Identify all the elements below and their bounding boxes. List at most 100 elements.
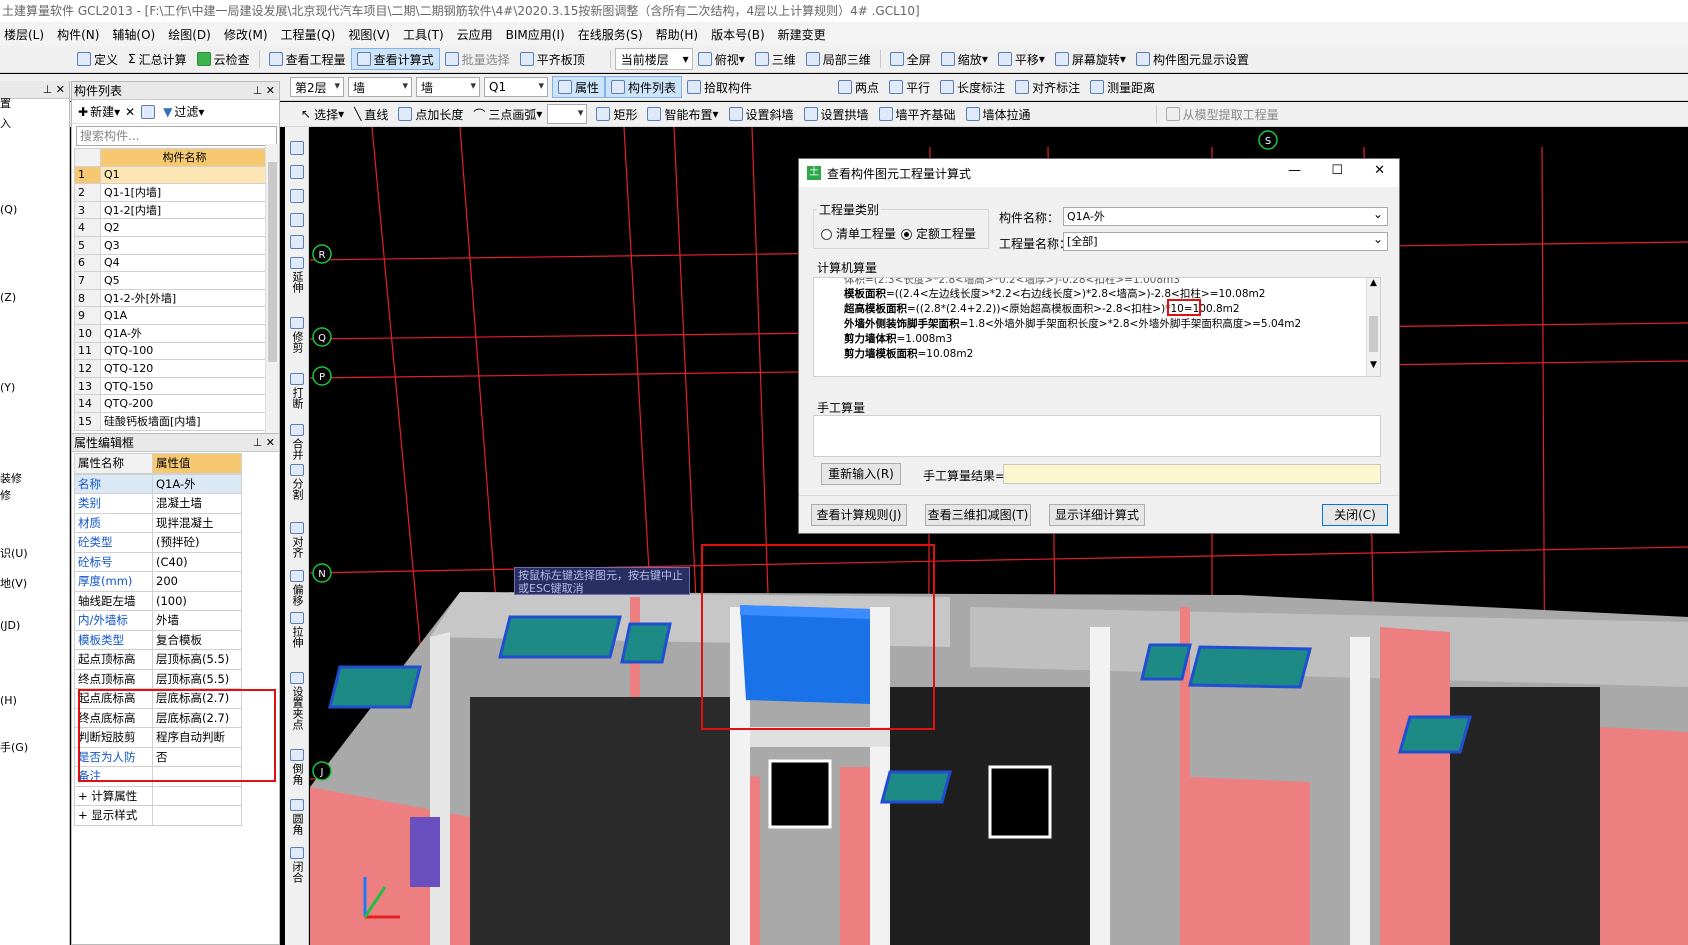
arc-option-select[interactable] bbox=[547, 104, 588, 124]
top-view-button[interactable]: 俯视 ▾ bbox=[693, 48, 750, 70]
nav-item[interactable]: (JD) bbox=[0, 619, 20, 632]
close-icon[interactable]: ✕ bbox=[1374, 163, 1385, 178]
property-value[interactable]: (预拌砼) bbox=[152, 532, 242, 553]
menu-online[interactable]: 在线服务(S) bbox=[578, 26, 643, 43]
length-dimension-button[interactable]: 长度标注 bbox=[935, 76, 1010, 98]
manual-result-field[interactable] bbox=[1003, 464, 1381, 484]
point-length-button[interactable]: 点加长度 bbox=[393, 103, 468, 125]
table-row[interactable]: 2 Q1-1[内墙] bbox=[74, 183, 266, 202]
close-button[interactable]: 关闭(C) bbox=[1322, 504, 1388, 526]
new-component-button[interactable]: ✚ 新建 ▾ bbox=[76, 101, 122, 123]
table-row[interactable]: 4 Q2 bbox=[74, 218, 266, 237]
nav-item[interactable]: 修 bbox=[0, 487, 11, 503]
property-value[interactable]: (100) bbox=[152, 590, 242, 611]
fullscreen-button[interactable]: 全屏 bbox=[885, 48, 936, 70]
local-3d-button[interactable]: 局部三维 bbox=[801, 48, 876, 70]
pin-icon[interactable]: ⊥ ✕ bbox=[43, 81, 65, 99]
property-value[interactable]: 复合模板 bbox=[152, 629, 242, 650]
component-list-button[interactable]: 构件列表 bbox=[605, 76, 683, 98]
property-row[interactable]: 砼标号 (C40) bbox=[74, 551, 242, 572]
view-3d-deduction-button[interactable]: 查看三维扣减图(T) bbox=[925, 504, 1031, 526]
table-row[interactable]: 11 QTQ-100 bbox=[74, 341, 266, 361]
view-formula-button[interactable]: 查看计算式 bbox=[350, 48, 440, 70]
scroll-up-icon[interactable]: ▲ bbox=[1367, 278, 1380, 288]
vtool-7[interactable]: 拉伸 bbox=[288, 612, 306, 651]
property-value[interactable]: 层顶标高(5.5) bbox=[152, 649, 242, 670]
table-row[interactable]: 15 硅酸钙板墙面[内墙] bbox=[74, 411, 266, 431]
vtool-9[interactable]: 倒角 bbox=[288, 749, 306, 788]
pan-button[interactable]: 平移 ▾ bbox=[993, 48, 1050, 70]
view-rules-button[interactable]: 查看计算规则(J) bbox=[811, 504, 907, 526]
formula-scrollbar[interactable]: ▲ ▼ bbox=[1366, 278, 1380, 376]
table-row[interactable]: 12 QTQ-120 bbox=[74, 359, 266, 378]
arch-wall-button[interactable]: 设置拱墙 bbox=[799, 103, 874, 125]
aligned-dimension-button[interactable]: 对齐标注 bbox=[1010, 76, 1085, 98]
floor-select[interactable]: 第2层 bbox=[290, 77, 344, 97]
delete-component-button[interactable]: ✕ bbox=[122, 101, 138, 123]
expand-icon[interactable]: + bbox=[78, 808, 91, 822]
property-value[interactable]: 现拌混凝土 bbox=[152, 512, 242, 533]
property-row[interactable]: + 计算属性 bbox=[74, 785, 242, 806]
property-value[interactable] bbox=[152, 785, 242, 806]
table-row[interactable]: 3 Q1-2[内墙] bbox=[74, 200, 266, 220]
tool-icon[interactable] bbox=[290, 213, 304, 227]
expand-icon[interactable]: + bbox=[78, 789, 91, 803]
nav-item[interactable]: (Y) bbox=[0, 381, 15, 394]
property-row[interactable]: 起点顶标高 层顶标高(5.5) bbox=[74, 649, 242, 670]
nav-item[interactable]: 入 bbox=[0, 115, 11, 131]
property-row[interactable]: 名称 Q1A-外 bbox=[74, 473, 242, 494]
property-row[interactable]: + 显示样式 bbox=[74, 805, 242, 826]
parallel-button[interactable]: 平行 bbox=[884, 76, 935, 98]
minimize-icon[interactable]: — bbox=[1288, 163, 1301, 178]
property-value[interactable]: 外墙 bbox=[152, 610, 242, 631]
slant-wall-button[interactable]: 设置斜墙 bbox=[724, 103, 799, 125]
menu-new-change[interactable]: 新建变更 bbox=[778, 26, 826, 43]
quota-quantity-radio[interactable]: 定额工程量 bbox=[901, 225, 976, 242]
vtool-6[interactable]: 偏移 bbox=[288, 570, 306, 609]
menu-modify[interactable]: 修改(M) bbox=[224, 26, 268, 43]
copy-component-button[interactable] bbox=[138, 101, 161, 123]
vtool-5[interactable]: 对齐 bbox=[288, 522, 306, 561]
menu-component[interactable]: 构件(N) bbox=[57, 26, 99, 43]
nav-item[interactable]: 装修 bbox=[0, 470, 22, 486]
computer-formula-box[interactable]: 体积=(2.3<长度>*2.8<墙高>*0.2<墙厚>)-0.28<扣柱>=1.… bbox=[813, 277, 1381, 377]
select-button[interactable]: ↖ 选择 ▾ bbox=[296, 103, 349, 125]
align-slab-top-button[interactable]: 平齐板顶 bbox=[515, 48, 590, 70]
smart-layout-button[interactable]: 智能布置 ▾ bbox=[642, 103, 723, 125]
zoom-button[interactable]: 缩放 ▾ bbox=[936, 48, 993, 70]
property-row[interactable]: 模板类型 复合模板 bbox=[74, 629, 242, 650]
component-name-select[interactable]: Q1A-外 bbox=[1063, 206, 1388, 226]
menu-floor[interactable]: 楼层(L) bbox=[4, 26, 44, 43]
display-settings-button[interactable]: 构件图元显示设置 bbox=[1131, 48, 1254, 70]
nav-item[interactable]: (Z) bbox=[0, 291, 16, 304]
extract-from-model-button[interactable]: 从模型提取工程量 bbox=[1161, 103, 1284, 125]
tool-icon[interactable] bbox=[290, 165, 304, 179]
table-row[interactable]: 13 QTQ-150 bbox=[74, 376, 266, 396]
maximize-icon[interactable]: ☐ bbox=[1331, 163, 1343, 178]
property-row[interactable]: 类别 混凝土墙 bbox=[74, 493, 242, 514]
table-row[interactable]: 5 Q3 bbox=[74, 235, 266, 255]
list-quantity-radio[interactable]: 清单工程量 bbox=[821, 225, 896, 242]
nav-item[interactable]: 置 bbox=[0, 95, 11, 111]
vtool-3[interactable]: 合并 bbox=[288, 424, 306, 463]
pick-component-button[interactable]: 拾取构件 bbox=[682, 76, 757, 98]
cloud-check-button[interactable]: 云检查 bbox=[192, 48, 255, 70]
show-detail-formula-button[interactable]: 显示详细计算式 bbox=[1049, 504, 1145, 526]
close-icon[interactable]: ⊥ ✕ bbox=[253, 434, 275, 452]
filter-button[interactable]: ▼ 过滤 ▾ bbox=[161, 101, 206, 123]
wall-extend-button[interactable]: 墙体拉通 bbox=[961, 103, 1036, 125]
close-icon[interactable]: ⊥ ✕ bbox=[253, 82, 275, 100]
scrollbar-thumb[interactable] bbox=[1369, 316, 1378, 352]
rectangle-button[interactable]: 矩形 bbox=[591, 103, 642, 125]
vtool-2[interactable]: 打断 bbox=[288, 373, 306, 412]
property-value[interactable]: 混凝土墙 bbox=[152, 493, 242, 514]
tool-icon[interactable] bbox=[290, 235, 304, 249]
nav-item[interactable]: (H) bbox=[0, 694, 17, 707]
menu-tools[interactable]: 工具(T) bbox=[403, 26, 444, 43]
vtool-11[interactable]: 闭合 bbox=[288, 847, 306, 886]
properties-button[interactable]: 属性 bbox=[552, 76, 606, 98]
manual-formula-input[interactable] bbox=[813, 415, 1381, 457]
3d-view-button[interactable]: 三维 bbox=[750, 48, 801, 70]
table-row[interactable]: 7 Q5 bbox=[74, 271, 266, 290]
property-row[interactable]: 内/外墙标 外墙 bbox=[74, 610, 242, 631]
